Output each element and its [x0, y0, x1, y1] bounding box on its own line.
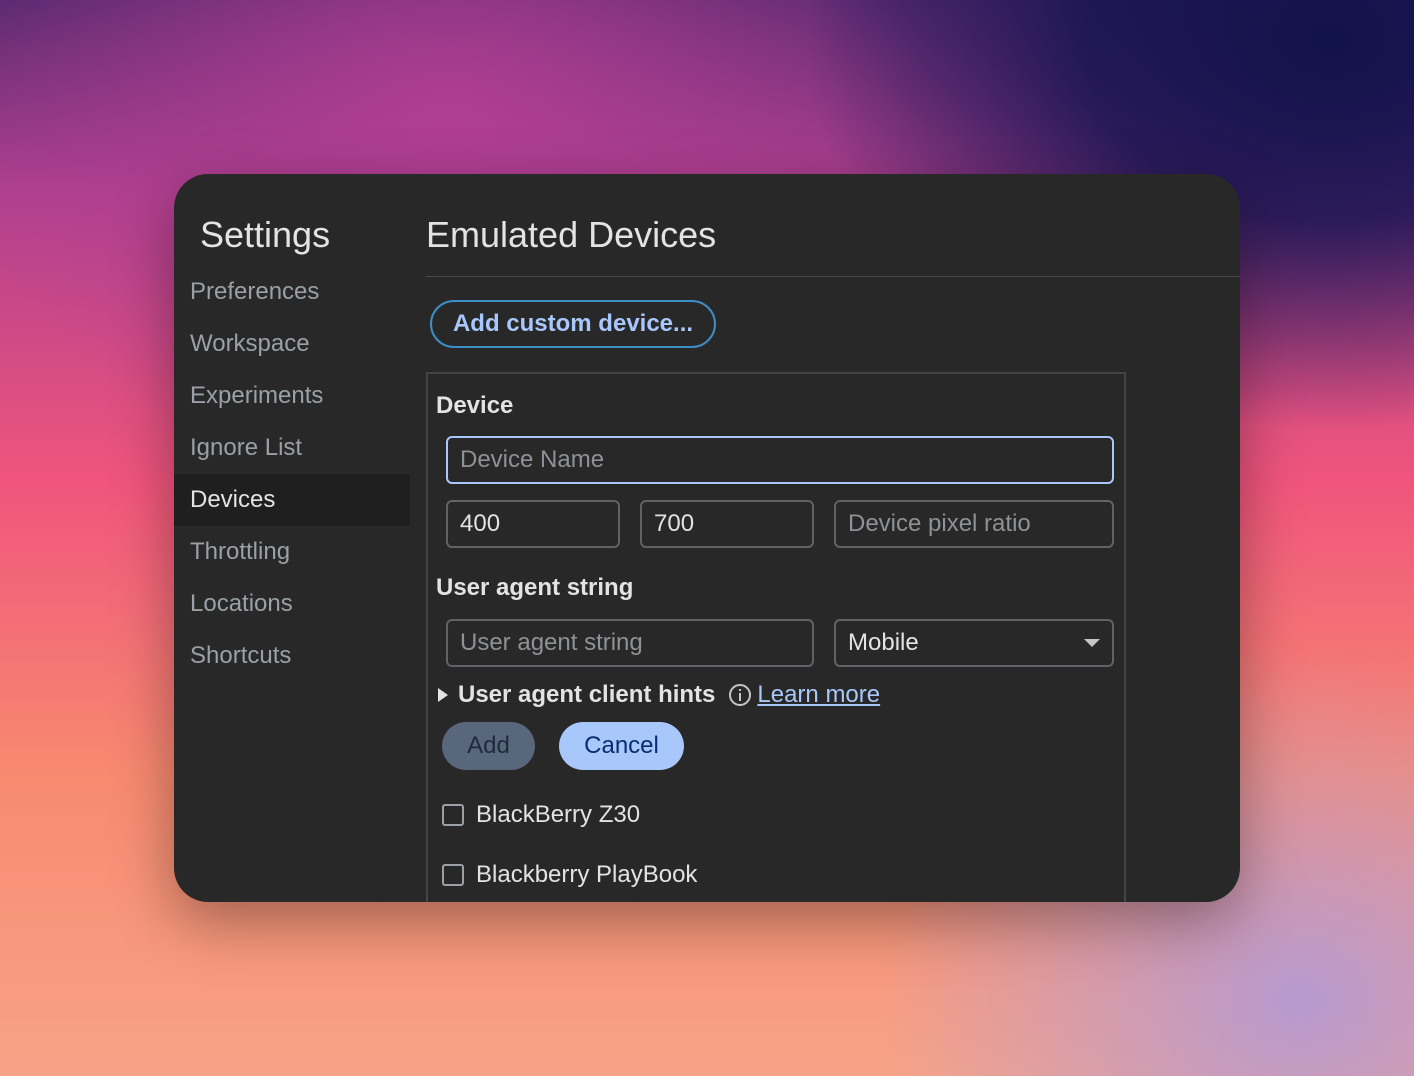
device-name-input[interactable] — [446, 436, 1114, 484]
user-agent-heading: User agent string — [436, 574, 634, 601]
title-divider — [426, 276, 1240, 277]
device-name: Blackberry PlayBook — [476, 861, 698, 888]
device-checkbox[interactable] — [442, 804, 464, 826]
device-name: BlackBerry Z30 — [476, 801, 641, 828]
add-custom-device-button[interactable]: Add custom device... — [430, 300, 716, 348]
nav-item-shortcuts[interactable]: Shortcuts — [174, 630, 410, 682]
device-height-input[interactable] — [640, 500, 814, 548]
device-checkbox[interactable] — [442, 864, 464, 886]
dropdown-caret-icon — [1084, 639, 1100, 647]
expand-triangle-icon[interactable] — [438, 688, 448, 702]
cancel-button[interactable]: Cancel — [559, 722, 684, 770]
device-width-input[interactable] — [446, 500, 620, 548]
nav-item-throttling[interactable]: Throttling — [174, 526, 410, 578]
settings-title: Settings — [200, 214, 331, 255]
device-heading: Device — [436, 392, 514, 419]
list-item: BlackBerry Z30 — [442, 798, 640, 832]
info-icon — [729, 684, 752, 706]
page-title: Emulated Devices — [426, 214, 717, 255]
device-pixel-ratio-input[interactable] — [834, 500, 1114, 548]
user-agent-type-select[interactable]: Mobile — [834, 619, 1114, 667]
client-hints-row: User agent client hints Learn more — [438, 678, 880, 712]
add-button[interactable]: Add — [442, 722, 535, 770]
learn-more-link[interactable]: Learn more — [757, 681, 880, 709]
user-agent-type-value: Mobile — [848, 629, 919, 656]
nav-item-devices[interactable]: Devices — [174, 474, 410, 526]
settings-nav: Preferences Workspace Experiments Ignore… — [174, 266, 410, 682]
nav-item-experiments[interactable]: Experiments — [174, 370, 410, 422]
list-item: Blackberry PlayBook — [442, 858, 697, 892]
nav-item-workspace[interactable]: Workspace — [174, 318, 410, 370]
device-editor: Device User agent string Mobile User age… — [426, 372, 1126, 902]
nav-item-locations[interactable]: Locations — [174, 578, 410, 630]
client-hints-toggle[interactable]: User agent client hints — [458, 681, 715, 709]
nav-item-ignore-list[interactable]: Ignore List — [174, 422, 410, 474]
nav-item-preferences[interactable]: Preferences — [174, 266, 410, 318]
settings-window: Settings Preferences Workspace Experimen… — [174, 174, 1240, 902]
user-agent-input[interactable] — [446, 619, 814, 667]
